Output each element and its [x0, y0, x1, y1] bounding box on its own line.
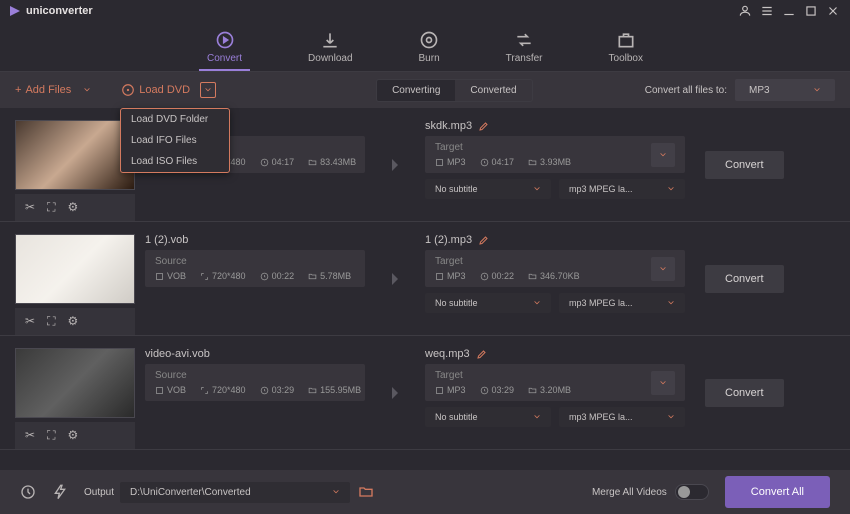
file-row: ✂ ⛶ ⚙ 1 (2).vob Source VOB 720*480 00:22… — [0, 222, 850, 336]
crop-icon[interactable]: ⛶ — [47, 314, 55, 329]
source-info-box: Source VOB 720*480 03:29 155.95MB — [145, 364, 365, 401]
minimize-icon[interactable] — [782, 4, 796, 18]
source-resolution: 720*480 — [200, 271, 246, 281]
menu-load-iso-files[interactable]: Load ISO Files — [121, 151, 229, 172]
schedule-icon[interactable] — [20, 484, 36, 500]
menu-load-ifo-files[interactable]: Load IFO Files — [121, 130, 229, 151]
source-duration: 04:17 — [260, 157, 295, 167]
convert-all-button[interactable]: Convert All — [725, 476, 830, 508]
source-filename: video-avi.vob — [145, 348, 365, 360]
file-row: ✂ ⛶ ⚙ video-avi.vob Source VOB 720*480 0… — [0, 336, 850, 450]
target-format: MP3 — [435, 271, 466, 281]
maximize-icon[interactable] — [804, 4, 818, 18]
menu-load-dvd-folder[interactable]: Load DVD Folder — [121, 109, 229, 130]
load-dvd-button[interactable]: Load DVD — [121, 83, 190, 97]
account-icon[interactable] — [738, 4, 752, 18]
close-icon[interactable] — [826, 4, 840, 18]
app-name: uniconverter — [26, 5, 93, 17]
nav-burn[interactable]: Burn — [411, 22, 448, 71]
edit-icon[interactable] — [478, 234, 490, 246]
video-thumbnail[interactable] — [15, 348, 135, 418]
load-dvd-dropdown[interactable] — [200, 82, 216, 98]
tab-converting[interactable]: Converting — [377, 80, 455, 101]
target-label: Target — [435, 142, 651, 153]
target-filename: weq.mp3 — [425, 348, 470, 360]
source-filename: 1 (2).vob — [145, 234, 365, 246]
source-size: 155.95MB — [308, 385, 361, 395]
encoder-select[interactable]: mp3 MPEG la... — [559, 179, 685, 199]
subtitle-select[interactable]: No subtitle — [425, 179, 551, 199]
crop-icon[interactable]: ⛶ — [47, 200, 55, 215]
convert-all-label: Convert all files to: — [645, 85, 727, 96]
source-info-box: Source VOB 720*480 00:22 5.78MB — [145, 250, 365, 287]
target-format: MP3 — [435, 157, 466, 167]
target-filename: skdk.mp3 — [425, 120, 472, 132]
source-label: Source — [155, 370, 355, 381]
nav-download[interactable]: Download — [300, 22, 360, 71]
source-duration: 00:22 — [260, 271, 295, 281]
target-duration: 03:29 — [480, 385, 515, 395]
output-label: Output — [84, 487, 114, 498]
target-label: Target — [435, 256, 651, 267]
add-files-button[interactable]: +Add Files — [15, 84, 91, 96]
power-icon[interactable] — [52, 484, 68, 500]
edit-icon[interactable] — [476, 348, 488, 360]
merge-label: Merge All Videos — [592, 487, 667, 498]
dvd-dropdown-menu: Load DVD Folder Load IFO Files Load ISO … — [120, 108, 230, 173]
subtitle-select[interactable]: No subtitle — [425, 407, 551, 427]
open-folder-icon[interactable] — [358, 484, 374, 500]
effects-icon[interactable]: ⚙ — [67, 428, 78, 443]
output-path-select[interactable]: D:\UniConverter\Converted — [120, 482, 350, 503]
nav-transfer[interactable]: Transfer — [498, 22, 551, 71]
target-filename: 1 (2).mp3 — [425, 234, 472, 246]
effects-icon[interactable]: ⚙ — [67, 200, 78, 215]
source-duration: 03:29 — [260, 385, 295, 395]
target-format-select[interactable] — [651, 371, 675, 395]
source-format: VOB — [155, 385, 186, 395]
crop-icon[interactable]: ⛶ — [47, 428, 55, 443]
trim-icon[interactable]: ✂ — [25, 314, 35, 329]
subtitle-select[interactable]: No subtitle — [425, 293, 551, 313]
target-duration: 04:17 — [480, 157, 515, 167]
source-size: 5.78MB — [308, 271, 351, 281]
convert-status-tabs: Converting Converted — [376, 79, 533, 102]
source-size: 83.43MB — [308, 157, 356, 167]
video-thumbnail[interactable] — [15, 120, 135, 190]
app-logo: uniconverter — [10, 5, 93, 17]
target-label: Target — [435, 370, 651, 381]
source-label: Source — [155, 256, 355, 267]
trim-icon[interactable]: ✂ — [25, 200, 35, 215]
target-size: 3.20MB — [528, 385, 571, 395]
convert-button[interactable]: Convert — [705, 151, 784, 179]
encoder-select[interactable]: mp3 MPEG la... — [559, 293, 685, 313]
convert-button[interactable]: Convert — [705, 265, 784, 293]
merge-toggle[interactable] — [675, 484, 709, 500]
target-size: 3.93MB — [528, 157, 571, 167]
arrow-right-icon — [386, 384, 404, 402]
target-format-select[interactable] — [651, 143, 675, 167]
source-resolution: 720*480 — [200, 385, 246, 395]
effects-icon[interactable]: ⚙ — [67, 314, 78, 329]
nav-convert[interactable]: Convert — [199, 22, 250, 71]
edit-icon[interactable] — [478, 120, 490, 132]
arrow-right-icon — [386, 156, 404, 174]
nav-toolbox[interactable]: Toolbox — [601, 22, 651, 71]
target-format-select[interactable] — [651, 257, 675, 281]
target-format: MP3 — [435, 385, 466, 395]
convert-button[interactable]: Convert — [705, 379, 784, 407]
target-duration: 00:22 — [480, 271, 515, 281]
convert-all-format-select[interactable]: MP3 — [735, 79, 835, 101]
target-size: 346.70KB — [528, 271, 580, 281]
video-thumbnail[interactable] — [15, 234, 135, 304]
source-format: VOB — [155, 271, 186, 281]
arrow-right-icon — [386, 270, 404, 288]
menu-icon[interactable] — [760, 4, 774, 18]
encoder-select[interactable]: mp3 MPEG la... — [559, 407, 685, 427]
trim-icon[interactable]: ✂ — [25, 428, 35, 443]
tab-converted[interactable]: Converted — [455, 80, 531, 101]
